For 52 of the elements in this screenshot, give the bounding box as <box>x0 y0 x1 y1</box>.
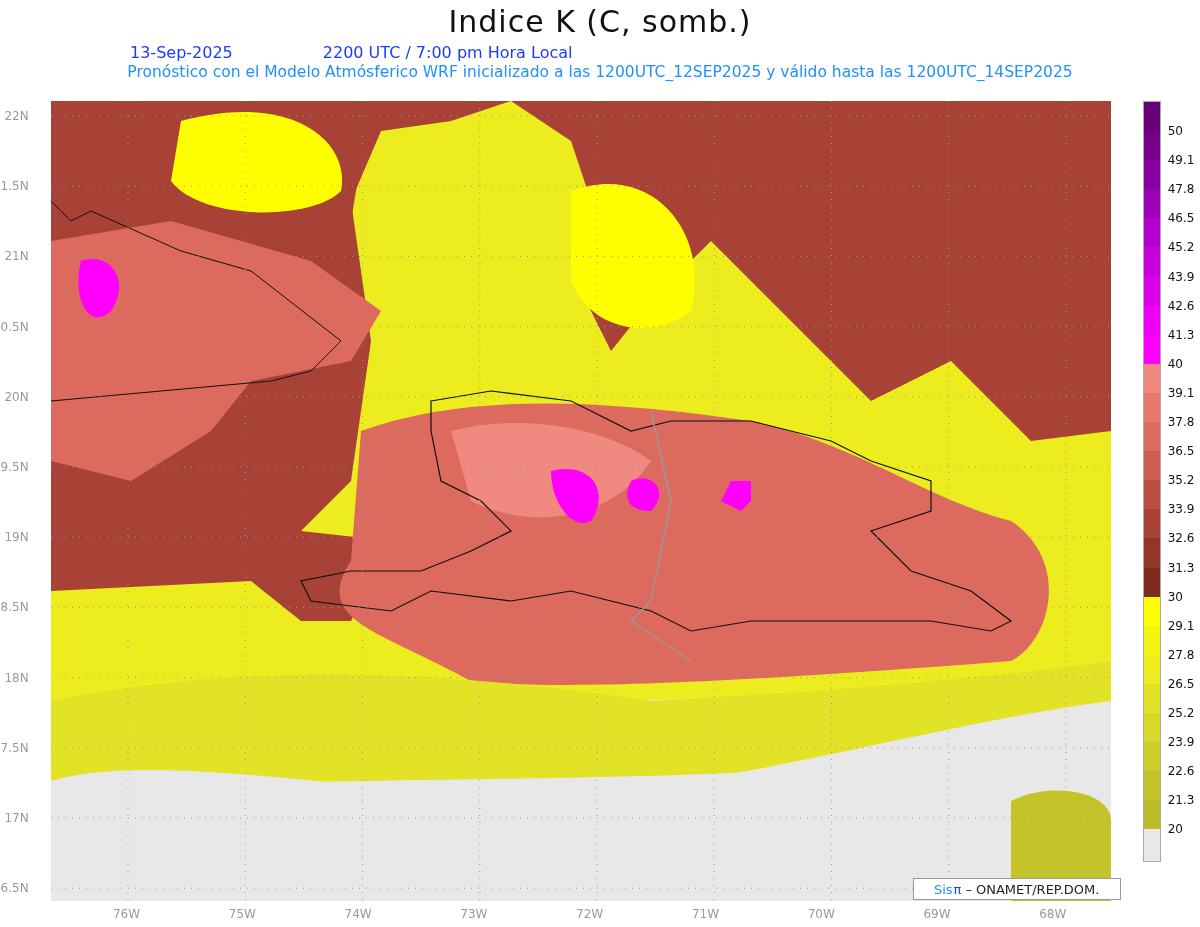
chart-title: Indice K (C, somb.) <box>448 4 752 40</box>
latitude-label: 19N <box>3 529 30 547</box>
colorbar-label: 25.2 <box>1167 704 1195 721</box>
longitude-label: 74W <box>343 906 373 921</box>
colorbar-label: 22.6 <box>1167 763 1195 780</box>
latitude-label: 18N <box>3 669 30 687</box>
colorbar-label: 30 <box>1167 588 1183 605</box>
latitude-label: 7.5N <box>0 739 30 757</box>
latitude-label: 8.5N <box>0 599 30 617</box>
longitude-label: 69W <box>922 906 952 921</box>
colorbar-label: 35.2 <box>1167 472 1195 489</box>
longitude-label: 68W <box>1038 906 1068 921</box>
colorbar-label: 23.9 <box>1167 734 1195 751</box>
colorbar-label: 40 <box>1167 355 1183 372</box>
colorbar-label: 39.1 <box>1167 384 1195 401</box>
colorbar-label: 27.8 <box>1167 646 1195 663</box>
longitude-label: 71W <box>690 906 720 921</box>
brand-name: Sisπ <box>933 881 962 897</box>
colorbar-label: 31.3 <box>1167 559 1195 576</box>
latitude-label: 0.5N <box>0 318 30 336</box>
forecast-date: 13-Sep-2025 <box>130 44 233 62</box>
colorbar-label: 33.9 <box>1167 501 1195 518</box>
forecast-subtitle: Pronóstico con el Modelo Atmósferico WRF inicializado a las 1200UTC_12SEP2025 y válido hasta las 1200UTC_14SEP2025 <box>127 63 1073 82</box>
colorbar-label: 32.6 <box>1167 530 1195 547</box>
longitude-label: 72W <box>575 906 605 921</box>
colorbar-label: 47.8 <box>1167 181 1195 198</box>
colorbar-label: 41.3 <box>1167 326 1195 343</box>
latitude-label: 17N <box>3 809 30 827</box>
colorbar-label: 37.8 <box>1167 414 1195 431</box>
colorbar-label: 20 <box>1167 821 1183 838</box>
longitude-label: 76W <box>111 906 142 921</box>
colorbar-label: 43.9 <box>1167 268 1195 285</box>
colorbar-label: 42.6 <box>1167 297 1195 314</box>
colorbar-label: 50 <box>1167 123 1183 140</box>
colorbar-label: 45.2 <box>1167 239 1195 256</box>
colorbar-label: 26.5 <box>1167 675 1195 692</box>
colorbar-label: 49.1 <box>1167 152 1195 169</box>
colorbar-label: 21.3 <box>1167 792 1195 809</box>
forecast-time: 2200 UTC / 7:00 pm Hora Local <box>322 44 573 62</box>
latitude-label: 20N <box>3 388 30 406</box>
longitude-label: 70W <box>806 906 836 921</box>
agency-name: – ONAMET/REP.DOM. <box>965 881 1100 897</box>
colorbar-label: 46.5 <box>1167 210 1195 227</box>
latitude-label: 22N <box>3 108 30 126</box>
longitude-label: 75W <box>227 906 257 921</box>
colorbar-label: 29.1 <box>1167 617 1195 634</box>
latitude-label: 9.5N <box>0 459 30 477</box>
latitude-label: 6.5N <box>0 880 30 898</box>
latitude-label: 21N <box>3 248 30 266</box>
latitude-label: 1.5N <box>0 178 30 196</box>
longitude-label: 73W <box>459 906 489 921</box>
colorbar-label: 36.5 <box>1167 443 1195 460</box>
